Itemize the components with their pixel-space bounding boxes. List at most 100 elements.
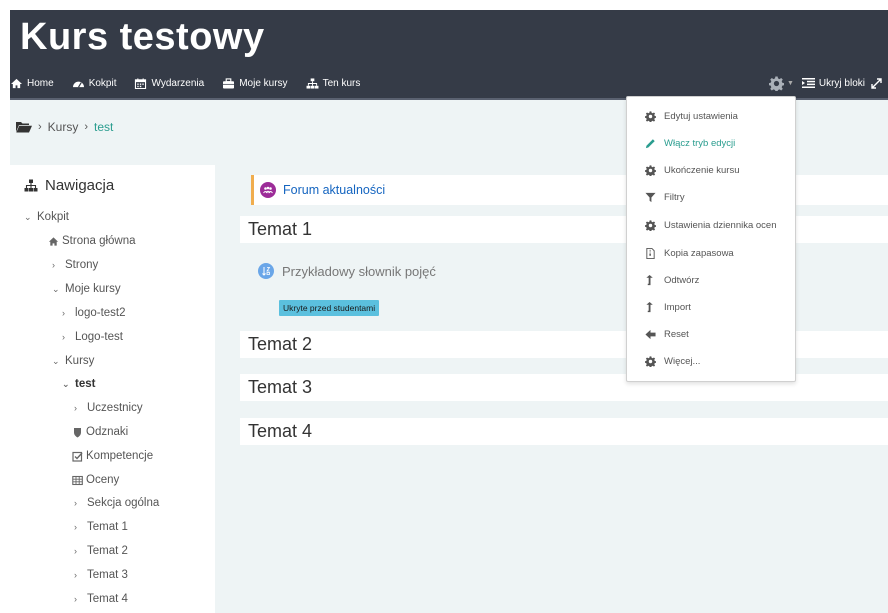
nav-this-course-label: Ten kurs — [322, 77, 361, 89]
nav-item-competencies[interactable]: Kompetencje — [72, 450, 153, 462]
chevron-right-icon: › — [74, 570, 77, 580]
nav-item-topic-2[interactable]: › Temat 2 — [74, 545, 128, 557]
nav-item-kokpit[interactable]: ⌄ Kokpit — [24, 211, 69, 223]
chevron-down-icon: ⌄ — [62, 378, 70, 389]
site-header: Kurs testowy Home Kokpit Wydarzenia Moje… — [10, 10, 888, 100]
hide-blocks-button[interactable]: Ukryj bloki — [801, 77, 865, 89]
nav-item-label: Temat 3 — [87, 569, 128, 581]
nav-item-home[interactable]: Strona główna — [48, 235, 136, 247]
chevron-right-icon: › — [52, 260, 55, 270]
menu-item-label: Edytuj ustawienia — [664, 111, 738, 122]
hide-blocks-label: Ukryj bloki — [818, 77, 865, 89]
nav-this-course[interactable]: Ten kurs — [306, 77, 361, 89]
nav-home-label: Home — [27, 77, 54, 89]
chevron-down-icon: ⌄ — [52, 355, 60, 366]
nav-item-logo-test[interactable]: › Logo-test — [62, 331, 123, 343]
breadcrumb: › Kursy › test — [16, 120, 113, 134]
menu-restore[interactable]: Odtwórz — [645, 275, 699, 286]
menu-import[interactable]: Import — [645, 302, 691, 313]
menu-item-label: Ustawienia dziennika ocen — [664, 220, 777, 231]
course-admin-menu: Edytuj ustawienia Włącz tryb edycji Ukoń… — [626, 96, 796, 382]
dashboard-icon — [72, 81, 84, 87]
level-up-icon — [646, 302, 653, 313]
hidden-from-students-badge: Ukryte przed studentami — [279, 300, 380, 316]
chevron-right-icon: › — [74, 498, 77, 508]
nav-item-topic-1[interactable]: › Temat 1 — [74, 521, 128, 533]
gear-icon — [645, 165, 656, 176]
nav-events[interactable]: Wydarzenia — [134, 78, 204, 89]
page-frame: Kurs testowy Home Kokpit Wydarzenia Moje… — [10, 10, 888, 613]
gear-icon — [645, 111, 656, 122]
sitemap-icon — [24, 179, 38, 192]
nav-my-courses[interactable]: Moje kursy — [222, 77, 288, 89]
menu-backup[interactable]: Kopia zapasowa — [645, 248, 734, 259]
pencil-icon — [645, 139, 655, 149]
nav-item-logo-test2[interactable]: › logo-test2 — [62, 307, 126, 319]
nav-item-label: Temat 2 — [87, 545, 128, 557]
nav-item-topic-3[interactable]: › Temat 3 — [74, 569, 128, 581]
nav-item-label: test — [75, 378, 96, 390]
chevron-down-icon[interactable]: ▼ — [787, 80, 794, 87]
menu-filters[interactable]: Filtry — [645, 192, 685, 203]
menu-item-label: Więcej... — [664, 356, 701, 367]
nav-item-label: Kompetencje — [86, 450, 154, 462]
chevron-right-icon: › — [62, 308, 65, 318]
nav-item-test[interactable]: ⌄ test — [62, 378, 95, 390]
nav-item-label: logo-test2 — [75, 307, 126, 319]
nav-my-courses-label: Moje kursy — [239, 77, 288, 89]
menu-item-label: Filtry — [664, 192, 685, 203]
nav-item-grades[interactable]: Oceny — [72, 474, 119, 486]
nav-item-label: Sekcja ogólna — [87, 497, 160, 509]
gear-icon[interactable] — [768, 75, 784, 91]
gear-icon — [645, 356, 656, 367]
menu-item-label: Odtwórz — [664, 275, 700, 286]
file-archive-icon — [646, 248, 655, 259]
folder-open-icon — [16, 122, 32, 133]
menu-reset[interactable]: Reset — [645, 329, 689, 340]
chevron-right-icon: › — [74, 522, 77, 532]
nav-item-label: Kokpit — [37, 211, 69, 223]
breadcrumb-separator: › — [84, 121, 89, 133]
nav-item-participants[interactable]: › Uczestnicy — [74, 402, 143, 414]
menu-turn-editing-on[interactable]: Włącz tryb edycji — [645, 138, 735, 149]
menu-more[interactable]: Więcej... — [645, 356, 700, 367]
menu-item-label: Kopia zapasowa — [664, 248, 734, 259]
nav-item-label: Temat 1 — [87, 521, 128, 533]
nav-item-label: Oceny — [86, 474, 120, 486]
menu-gradebook-setup[interactable]: Ustawienia dziennika ocen — [645, 220, 776, 231]
site-title[interactable]: Kurs testowy — [20, 16, 265, 59]
home-icon — [48, 236, 59, 246]
chevron-right-icon: › — [74, 403, 77, 413]
nav-item-label: Kursy — [65, 355, 95, 367]
forum-icon — [260, 182, 276, 198]
glossary-icon — [258, 263, 274, 279]
nav-item-courses[interactable]: ⌄ Kursy — [52, 355, 94, 367]
shield-icon — [74, 427, 81, 437]
topic-4-heading: Temat 4 — [240, 418, 888, 445]
menu-course-completion[interactable]: Ukończenie kursu — [645, 165, 740, 176]
nav-item-badges[interactable]: Odznaki — [72, 426, 128, 438]
chevron-right-icon: › — [74, 546, 77, 556]
gear-icon — [645, 220, 656, 231]
chevron-down-icon: ⌄ — [24, 211, 32, 222]
calendar-icon — [135, 77, 147, 89]
nav-item-label: Temat 4 — [87, 593, 128, 605]
menu-edit-settings[interactable]: Edytuj ustawienia — [645, 111, 738, 122]
expand-icon[interactable] — [871, 77, 882, 89]
nav-events-label: Wydarzenia — [151, 77, 205, 89]
nav-item-my-courses[interactable]: ⌄ Moje kursy — [52, 283, 121, 295]
menu-item-label: Import — [664, 302, 691, 313]
glossary-link[interactable]: Przykładowy słownik pojęć — [282, 264, 436, 279]
nav-item-general-section[interactable]: › Sekcja ogólna — [74, 497, 159, 509]
nav-item-pages[interactable]: › Strony — [52, 259, 98, 271]
news-forum-link[interactable]: Forum aktualności — [283, 183, 385, 197]
check-square-icon — [72, 451, 83, 462]
nav-home[interactable]: Home — [10, 78, 54, 89]
breadcrumb-courses[interactable]: Kursy — [48, 120, 79, 134]
menu-item-label: Ukończenie kursu — [664, 165, 740, 176]
nav-item-label: Uczestnicy — [87, 402, 143, 414]
nav-dashboard[interactable]: Kokpit — [72, 78, 116, 89]
nav-item-topic-4[interactable]: › Temat 4 — [74, 593, 128, 605]
nav-item-label: Logo-test — [75, 331, 123, 343]
breadcrumb-test[interactable]: test — [94, 120, 113, 134]
